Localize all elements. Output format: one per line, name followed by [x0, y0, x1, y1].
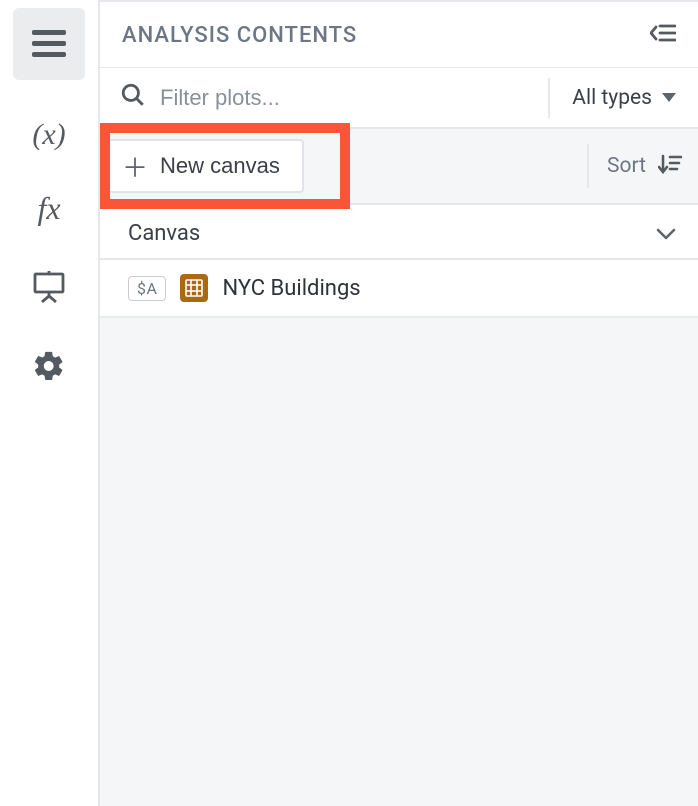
section-title: Canvas [128, 221, 200, 246]
function-icon[interactable]: fx [37, 190, 60, 227]
sort-label: Sort [607, 154, 646, 178]
left-icon-rail: (x) fx [0, 0, 98, 806]
sort-icon [658, 153, 682, 180]
canvas-item-name: NYC Buildings [222, 276, 360, 301]
panel-header: ANALYSIS CONTENTS [100, 2, 698, 67]
search-wrap [120, 82, 548, 113]
menu-button[interactable] [13, 8, 85, 80]
chevron-down-icon [656, 222, 676, 246]
collapse-panel-icon[interactable] [650, 22, 676, 49]
new-canvas-button[interactable]: ＋ New canvas [106, 139, 304, 193]
type-filter-label: All types [572, 86, 652, 110]
caret-down-icon [662, 93, 676, 102]
hamburger-icon [32, 30, 66, 58]
empty-area [100, 318, 698, 806]
presentation-icon[interactable] [28, 265, 70, 307]
analysis-contents-panel: ANALYSIS CONTENTS All types [98, 0, 698, 806]
search-icon [120, 82, 146, 113]
plus-icon: ＋ [122, 148, 148, 185]
canvas-section-header[interactable]: Canvas [100, 205, 698, 260]
toolbar-row: ＋ New canvas Sort [100, 129, 698, 205]
canvas-item[interactable]: $A NYC Buildings [100, 260, 698, 318]
type-filter-select[interactable]: All types [548, 78, 676, 118]
sort-button[interactable]: Sort [587, 144, 682, 188]
spreadsheet-icon [180, 274, 208, 302]
settings-icon[interactable] [28, 345, 70, 387]
variables-icon[interactable]: (x) [32, 118, 65, 152]
filter-input[interactable] [160, 85, 548, 111]
new-canvas-label: New canvas [160, 153, 280, 179]
filter-row: All types [100, 67, 698, 129]
variable-badge: $A [128, 276, 166, 301]
panel-title: ANALYSIS CONTENTS [122, 23, 357, 48]
